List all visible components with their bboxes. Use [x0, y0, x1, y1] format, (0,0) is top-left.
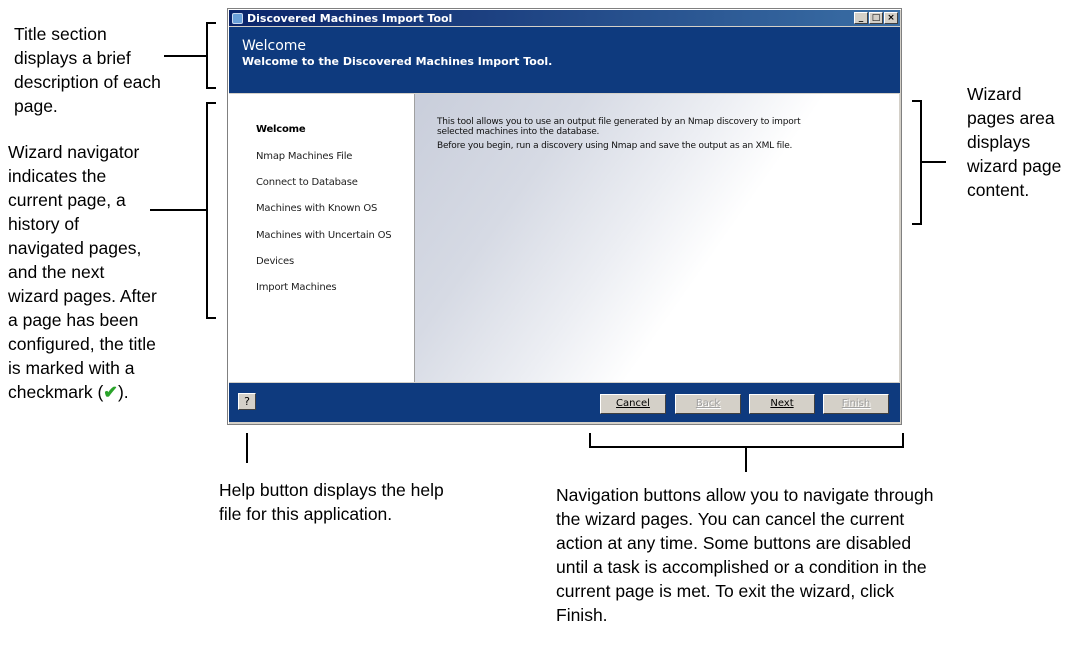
- checkmark-icon: ✔: [103, 382, 118, 402]
- page-title: Welcome: [242, 38, 307, 54]
- title-section: Welcome Welcome to the Discovered Machin…: [229, 27, 900, 93]
- maximize-button[interactable]: □: [869, 12, 883, 24]
- callout-help-button: Help button displays the help file for t…: [219, 480, 444, 524]
- wizard-footer: ? Cancel Back Next Finish: [229, 383, 900, 422]
- bracket-nav-buttons: [589, 433, 904, 472]
- help-button[interactable]: ?: [238, 393, 256, 410]
- wizard-pages-area: This tool allows you to use an output fi…: [415, 94, 899, 382]
- wizard-window: Discovered Machines Import Tool _ □ × We…: [227, 8, 902, 425]
- wizard-navigator: Welcome Nmap Machines File Connect to Da…: [229, 94, 415, 382]
- nav-item-connect-to-database[interactable]: Connect to Database: [256, 177, 358, 188]
- callout-title-section: Title section displays a brief descripti…: [14, 24, 161, 116]
- cancel-button[interactable]: Cancel: [600, 394, 666, 414]
- page-subtitle: Welcome to the Discovered Machines Impor…: [242, 55, 553, 68]
- bracket-pages-area: [912, 100, 946, 225]
- nav-item-machines-uncertain-os[interactable]: Machines with Uncertain OS: [256, 230, 392, 241]
- nav-item-nmap-machines-file[interactable]: Nmap Machines File: [256, 151, 352, 162]
- callout-navigator-end: ).: [117, 382, 129, 402]
- bracket-title-section: [164, 22, 216, 89]
- nav-item-import-machines[interactable]: Import Machines: [256, 282, 337, 293]
- nav-item-welcome[interactable]: Welcome: [256, 124, 306, 135]
- callout-pages-area: Wizard pages area displays wizard page c…: [967, 84, 1062, 200]
- callout-navigation-buttons: Navigation buttons allow you to navigate…: [556, 485, 934, 625]
- next-button[interactable]: Next: [749, 394, 815, 414]
- window-title: Discovered Machines Import Tool: [247, 11, 453, 25]
- finish-button[interactable]: Finish: [823, 394, 889, 414]
- window-titlebar[interactable]: Discovered Machines Import Tool _ □ ×: [229, 10, 900, 26]
- close-button[interactable]: ×: [884, 12, 898, 24]
- nav-item-machines-known-os[interactable]: Machines with Known OS: [256, 203, 377, 214]
- bracket-navigator: [150, 102, 216, 319]
- minimize-button[interactable]: _: [854, 12, 868, 24]
- callout-navigator-text: Wizard navigator indicates the current p…: [8, 142, 157, 402]
- callout-navigator: Wizard navigator indicates the current p…: [8, 140, 158, 404]
- content-instruction-text: Before you begin, run a discovery using …: [437, 141, 793, 151]
- nav-item-devices[interactable]: Devices: [256, 256, 294, 267]
- content-intro-text: This tool allows you to use an output fi…: [437, 117, 801, 137]
- back-button[interactable]: Back: [675, 394, 741, 414]
- app-icon: [232, 12, 243, 24]
